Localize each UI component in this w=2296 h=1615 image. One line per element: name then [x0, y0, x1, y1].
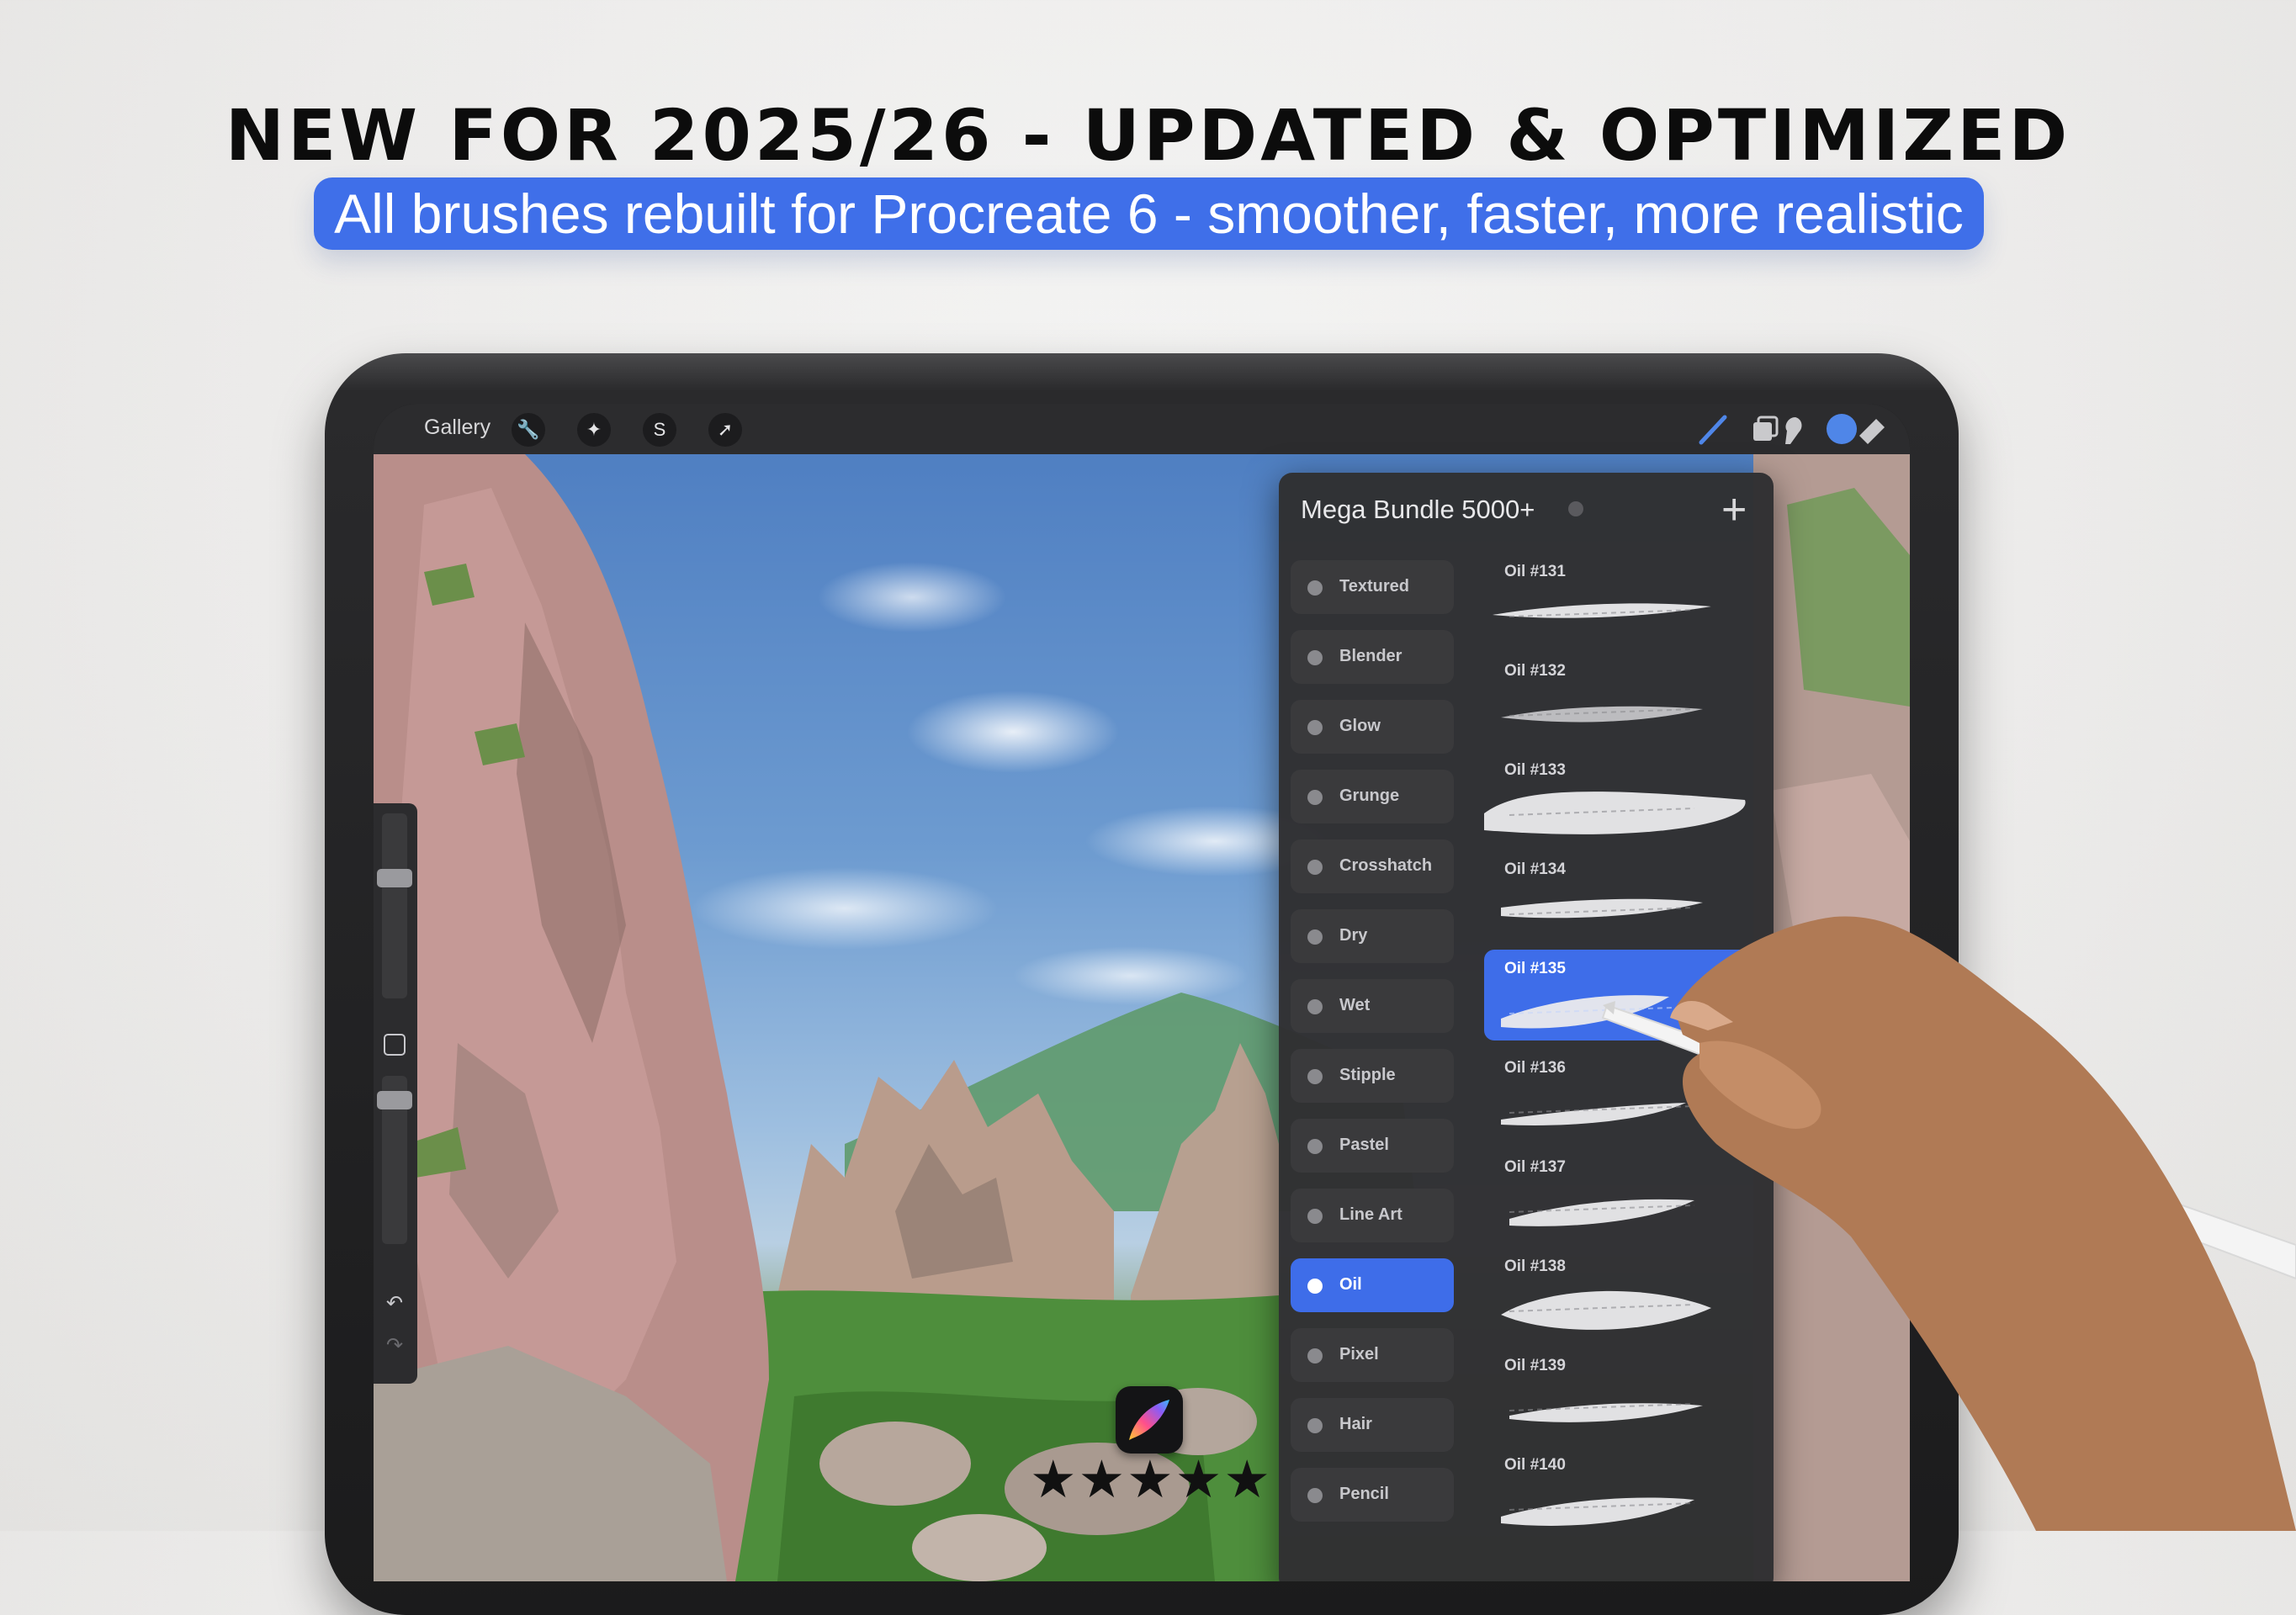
hand-with-pencil	[1601, 916, 2296, 1531]
